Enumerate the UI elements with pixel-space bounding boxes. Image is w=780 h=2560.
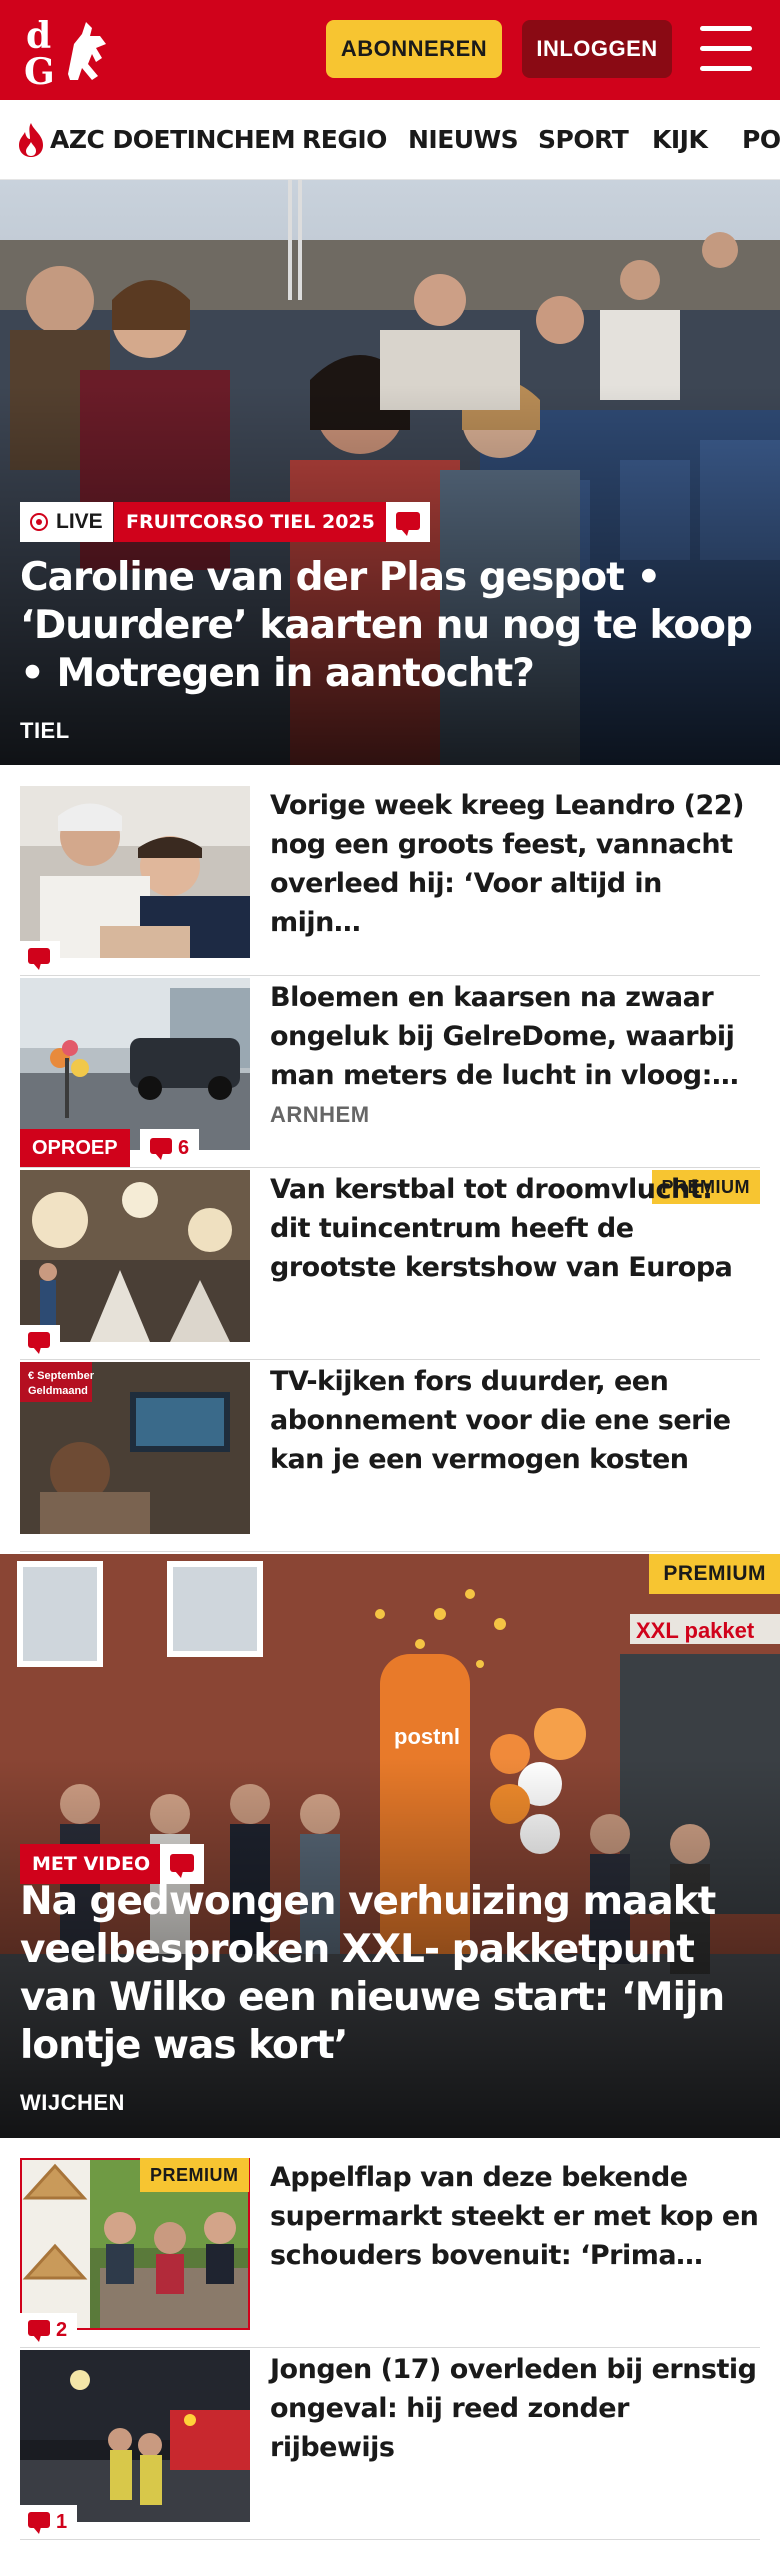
- nav-item-po[interactable]: PO: [742, 100, 780, 179]
- badge-line-2: Geldmaand: [28, 1385, 88, 1397]
- article-thumbnail: [20, 978, 250, 1150]
- article-title[interactable]: Appelflap van deze bekende supermarkt st…: [270, 2158, 760, 2275]
- nav-item-regio[interactable]: REGIO: [302, 100, 387, 179]
- nav-item-sport[interactable]: SPORT: [538, 100, 629, 179]
- comment-icon: [170, 1854, 194, 1878]
- hero-location: TIEL: [20, 718, 70, 743]
- article-title[interactable]: Van kerstbal tot droomvlucht: dit tuince…: [270, 1170, 760, 1287]
- hamburger-icon[interactable]: [700, 26, 752, 72]
- comments-badge[interactable]: [20, 1325, 60, 1359]
- list-item[interactable]: OPROEP 6 Bloemen en kaarsen na zwaar ong…: [20, 978, 760, 1168]
- hero-title[interactable]: Na gedwongen verhuizing maakt veelbespro…: [20, 1878, 760, 2070]
- nav-item-nieuws[interactable]: NIEUWS: [408, 100, 519, 179]
- comments-badge[interactable]: 1: [20, 2505, 78, 2539]
- comments-count: 6: [178, 1137, 190, 1159]
- premium-badge: PREMIUM: [649, 1554, 780, 1594]
- hero-article-xxl-pakketpunt[interactable]: XXL pakket postnl PREMIUM MET VIDEO Na g…: [0, 1554, 780, 2138]
- list-item[interactable]: € September Geldmaand TV-kijken fors duu…: [20, 1362, 760, 1552]
- list-item[interactable]: Vorige week kreeg Leandro (22) nog een g…: [20, 786, 760, 976]
- flame-icon: [19, 123, 43, 157]
- premium-badge: PREMIUM: [140, 2158, 249, 2192]
- postnl-sign: postnl: [394, 1724, 460, 1749]
- store-sign: XXL pakket: [636, 1618, 755, 1643]
- hero-article-fruitcorso[interactable]: LIVE FRUITCORSO TIEL 2025 Caroline van d…: [0, 180, 780, 765]
- section-nav: AZC DOETINCHEM REGIO NIEUWS SPORT KIJK P…: [0, 100, 780, 180]
- list-item[interactable]: PREMIUM 2 Appelflap van deze bekende sup…: [20, 2158, 760, 2348]
- comments-count: 2: [56, 2319, 68, 2341]
- article-thumbnail: € September Geldmaand: [20, 1362, 250, 1534]
- article-title[interactable]: Vorige week kreeg Leandro (22) nog een g…: [270, 786, 760, 942]
- comment-icon: [28, 1331, 50, 1354]
- article-location: ARNHEM: [270, 1102, 370, 1127]
- login-button[interactable]: INLOGGEN: [522, 20, 672, 78]
- comments-badge[interactable]: [20, 941, 60, 975]
- article-thumbnail: [20, 786, 250, 958]
- article-thumbnail: [20, 1170, 250, 1342]
- article-title[interactable]: Jongen (17) overleden bij ernstig ongeva…: [270, 2350, 760, 2467]
- comment-icon: [28, 2319, 50, 2342]
- live-dot-icon: [30, 513, 48, 531]
- comment-icon: [28, 947, 50, 970]
- logo[interactable]: d G: [22, 14, 118, 88]
- comment-icon: [150, 1137, 172, 1160]
- subscribe-button[interactable]: ABONNEREN: [326, 20, 502, 78]
- nav-item-azc-doetinchem[interactable]: AZC DOETINCHEM: [50, 100, 296, 179]
- call-to-action-label: OPROEP: [20, 1129, 130, 1167]
- hero-location: WIJCHEN: [20, 2090, 125, 2115]
- top-bar: d G ABONNEREN INLOGGEN: [0, 0, 780, 100]
- nav-item-kijk[interactable]: KIJK: [652, 100, 708, 179]
- article-title[interactable]: TV-kijken fors duurder, een abonnement v…: [270, 1362, 760, 1479]
- comment-icon: [28, 2511, 50, 2534]
- badge-line-1: € September: [28, 1370, 95, 1382]
- comment-icon: [396, 512, 420, 536]
- article-thumbnail: [20, 2350, 250, 2522]
- topic-tag[interactable]: FRUITCORSO TIEL 2025: [114, 502, 387, 542]
- list-item[interactable]: 1 Jongen (17) overleden bij ernstig onge…: [20, 2350, 760, 2540]
- comments-badge[interactable]: 2: [20, 2313, 78, 2347]
- comments-badge[interactable]: [386, 502, 430, 542]
- hero-title[interactable]: Caroline van der Plas gespot • ‘Duurdere…: [20, 554, 760, 698]
- list-item[interactable]: PREMIUM Van kerstbal tot droomvlucht: di…: [20, 1170, 760, 1360]
- comments-count: 1: [56, 2511, 68, 2533]
- svg-text:G: G: [24, 51, 55, 88]
- comments-badge[interactable]: 6: [140, 1129, 200, 1167]
- article-title[interactable]: Bloemen en kaarsen na zwaar ongeluk bij …: [270, 978, 760, 1095]
- live-badge: LIVE: [20, 502, 113, 542]
- live-label: LIVE: [56, 510, 103, 533]
